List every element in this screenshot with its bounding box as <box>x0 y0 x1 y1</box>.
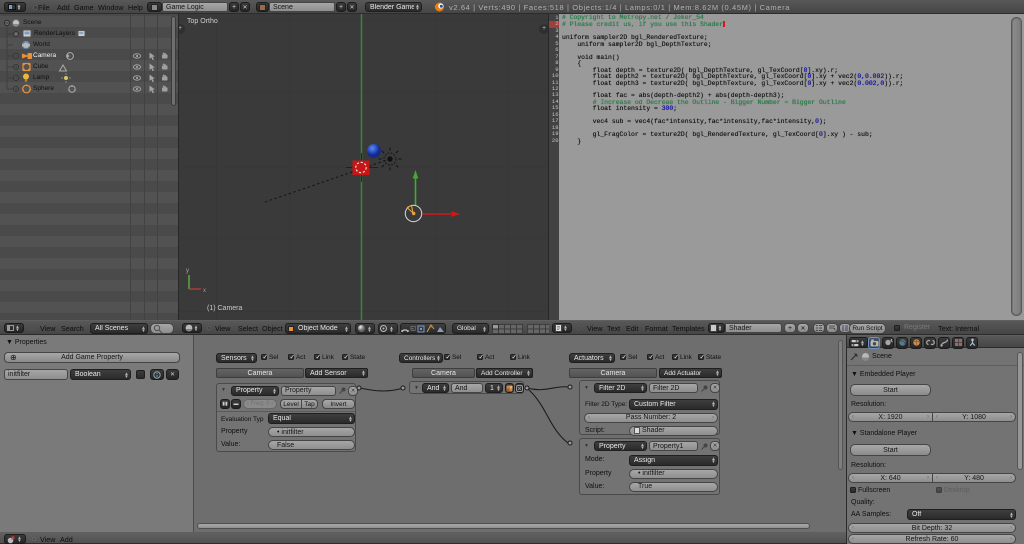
svg-text:y: y <box>186 268 189 274</box>
svg-text:x: x <box>203 288 206 294</box>
